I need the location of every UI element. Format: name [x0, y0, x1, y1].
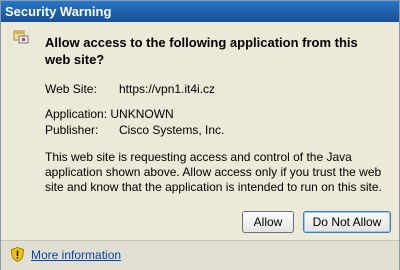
more-information-link[interactable]: More information — [31, 248, 121, 263]
application-label: Application: — [45, 107, 108, 121]
security-warning-dialog: Security Warning Allow access to the fol… — [0, 0, 400, 270]
dialog-footer: More information — [1, 240, 399, 270]
java-app-icon — [13, 30, 29, 44]
web-site-value: https://vpn1.it4i.cz — [119, 82, 216, 96]
application-value: UNKNOWN — [110, 107, 174, 121]
allow-button[interactable]: Allow — [242, 211, 294, 233]
publisher-label: Publisher: — [45, 123, 99, 137]
web-site-label: Web Site: — [45, 82, 97, 96]
dialog-heading: Allow access to the following applicatio… — [45, 35, 358, 67]
publisher-value: Cisco Systems, Inc. — [119, 123, 225, 137]
do-not-allow-button[interactable]: Do Not Allow — [303, 211, 391, 233]
application-row: Application: UNKNOWN — [45, 107, 174, 122]
dialog-description: This web site is requesting access and c… — [45, 150, 382, 194]
web-site-row: Web Site: https://vpn1.it4i.cz — [45, 82, 215, 97]
window-title: Security Warning — [1, 1, 399, 22]
publisher-row: Publisher: Cisco Systems, Inc. — [45, 123, 224, 138]
shield-warning-icon — [11, 247, 24, 262]
dialog-body: Allow access to the following applicatio… — [1, 22, 399, 240]
